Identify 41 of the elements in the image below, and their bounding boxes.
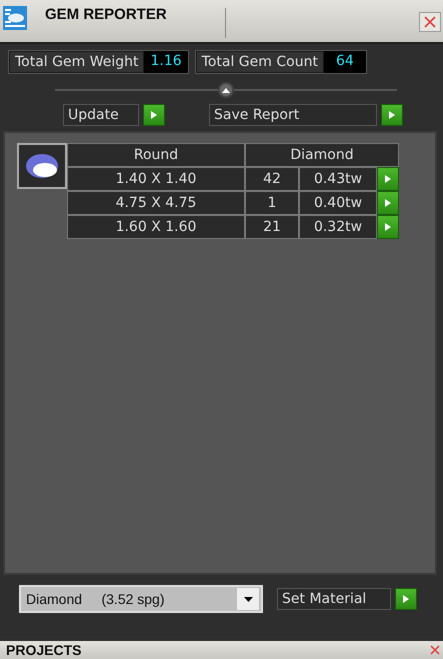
column-header: Diamond: [245, 143, 399, 167]
gem-report-icon: [3, 6, 27, 30]
material-dropdown[interactable]: Diamond (3.52 spg): [19, 585, 263, 613]
play-icon: [385, 223, 391, 231]
action-button[interactable]: Save Report: [209, 104, 377, 126]
table-cell: 1.60 X 1.60: [67, 215, 245, 239]
stat-label: Total Gem Count: [196, 51, 324, 73]
table-cell: 0.32tw: [299, 215, 377, 239]
play-button[interactable]: [143, 104, 165, 126]
close-icon[interactable]: [430, 645, 440, 655]
stat-value: 1.16: [144, 51, 188, 73]
play-button[interactable]: [377, 215, 399, 239]
dropdown-arrow-icon: [244, 596, 252, 602]
play-icon: [385, 199, 391, 207]
gem-icon: [25, 153, 59, 179]
play-icon: [389, 111, 395, 119]
play-button[interactable]: [395, 588, 417, 610]
collapse-button[interactable]: [218, 82, 234, 98]
play-icon: [151, 111, 157, 119]
up-arrow-icon: [222, 88, 230, 92]
table-cell: 1.40 X 1.40: [67, 167, 245, 191]
table-cell: 21: [245, 215, 299, 239]
close-button[interactable]: [419, 12, 441, 32]
stat-label: Total Gem Weight: [9, 51, 144, 73]
table-cell: 4.75 X 4.75: [67, 191, 245, 215]
play-button[interactable]: [377, 191, 399, 215]
panel-title: PROJECTS: [6, 642, 82, 658]
table-cell: 1: [245, 191, 299, 215]
play-icon: [403, 595, 409, 603]
play-icon: [385, 175, 391, 183]
play-button[interactable]: [377, 167, 399, 191]
set-material-button[interactable]: Set Material: [277, 588, 391, 610]
column-header: Round: [67, 143, 245, 167]
action-button[interactable]: Update: [63, 104, 139, 126]
window-title: GEM REPORTER: [45, 6, 168, 23]
table-cell: 0.43tw: [299, 167, 377, 191]
stat-value: 64: [324, 51, 366, 73]
table-cell: 0.40tw: [299, 191, 377, 215]
close-icon: [424, 16, 436, 28]
table-cell: 42: [245, 167, 299, 191]
play-button[interactable]: [381, 104, 403, 126]
